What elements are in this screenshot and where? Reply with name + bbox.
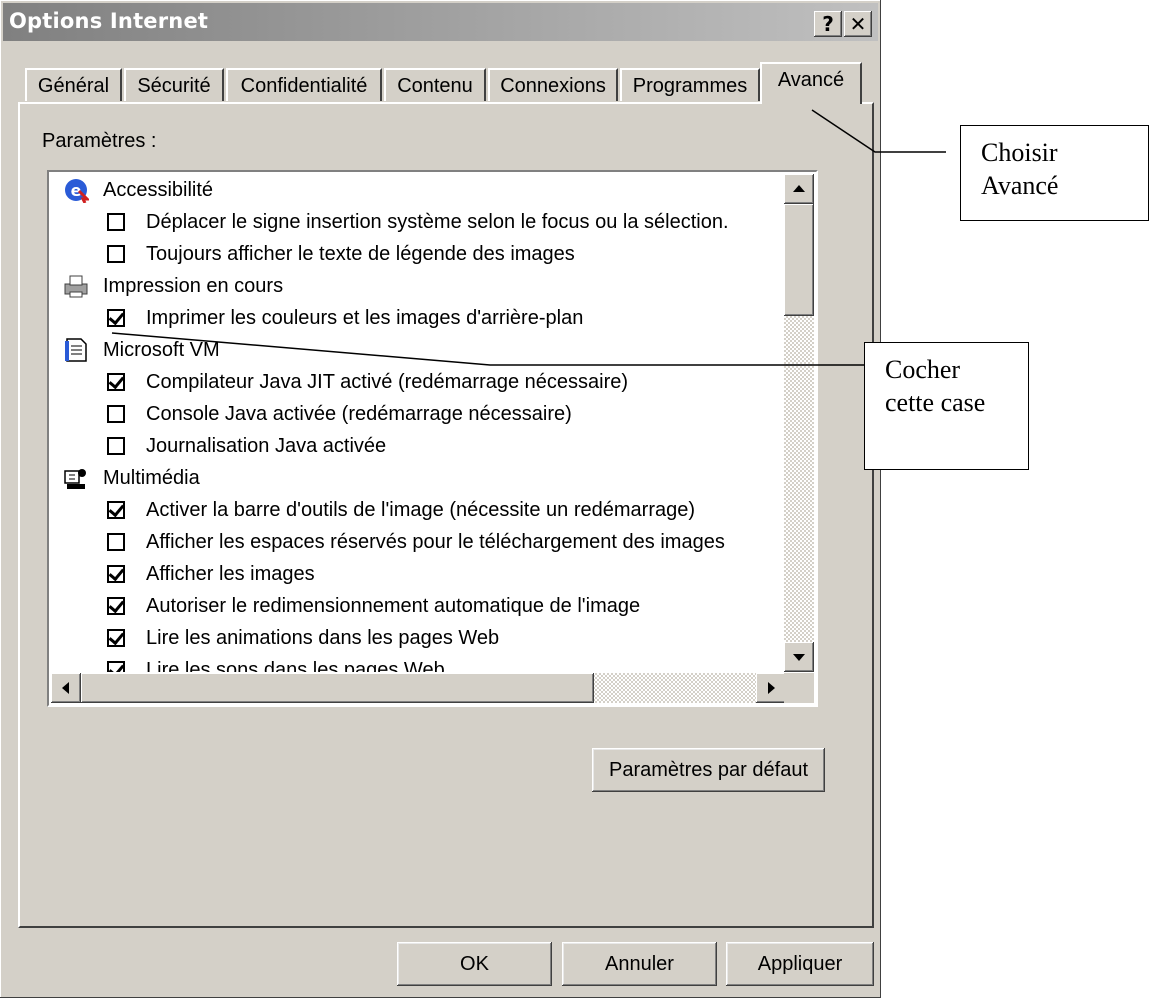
internet-options-dialog: Options Internet ? ✕ Général Sécurité Co… bbox=[0, 0, 881, 998]
checkbox[interactable] bbox=[107, 245, 125, 263]
scroll-down-button[interactable] bbox=[784, 642, 814, 672]
callout-line: Choisir bbox=[981, 138, 1058, 167]
callout-choose-advanced: Choisir Avancé bbox=[960, 125, 1149, 221]
arrow-down-icon bbox=[793, 654, 805, 661]
settings-list: e Accessibilité Déplacer le signe insert… bbox=[47, 170, 818, 707]
checkbox[interactable] bbox=[107, 533, 125, 551]
setting-label: Déplacer le signe insertion système selo… bbox=[146, 211, 729, 233]
checkbox[interactable] bbox=[107, 405, 125, 423]
title-bar[interactable]: Options Internet ? ✕ bbox=[3, 3, 878, 41]
scroll-up-button[interactable] bbox=[784, 174, 814, 204]
callout-line: Cocher bbox=[885, 355, 961, 384]
scrollbar-corner bbox=[784, 673, 814, 703]
setting-label: Imprimer les couleurs et les images d'ar… bbox=[146, 307, 584, 329]
checkbox-checked[interactable] bbox=[107, 373, 125, 391]
setting-label: Lire les sons dans les pages Web bbox=[146, 659, 445, 672]
checkbox-checked[interactable] bbox=[107, 501, 125, 519]
ok-button[interactable]: OK bbox=[397, 942, 552, 986]
setting-label: Autoriser le redimensionnement automatiq… bbox=[146, 595, 641, 617]
setting-label: Lire les animations dans les pages Web bbox=[146, 627, 500, 649]
settings-label: Paramètres : bbox=[42, 130, 157, 152]
checkbox[interactable] bbox=[107, 437, 125, 455]
checkbox-checked[interactable] bbox=[107, 309, 125, 327]
setting-label: Console Java activée (redémarrage nécess… bbox=[146, 403, 572, 425]
tab-strip: Général Sécurité Confidentialité Contenu… bbox=[0, 62, 881, 104]
document-icon bbox=[63, 337, 89, 363]
setting-label: Activer la barre d'outils de l'image (né… bbox=[146, 499, 696, 521]
tab-security[interactable]: Sécurité bbox=[124, 68, 224, 101]
category-label: Impression en cours bbox=[103, 275, 284, 297]
cancel-button[interactable]: Annuler bbox=[562, 942, 717, 986]
checkbox[interactable] bbox=[107, 213, 125, 231]
checkbox-checked[interactable] bbox=[107, 565, 125, 583]
category-label: Multimédia bbox=[103, 467, 200, 489]
setting-label: Compilateur Java JIT activé (redémarrage… bbox=[146, 371, 629, 393]
vertical-scrollbar[interactable] bbox=[784, 174, 814, 672]
settings-list-content: e Accessibilité Déplacer le signe insert… bbox=[51, 174, 788, 672]
arrow-up-icon bbox=[793, 185, 805, 192]
scroll-right-button[interactable] bbox=[756, 673, 786, 703]
setting-label: Toujours afficher le texte de légende de… bbox=[146, 243, 575, 265]
close-button[interactable]: ✕ bbox=[844, 11, 872, 37]
category-label: Accessibilité bbox=[103, 179, 214, 201]
tab-content[interactable]: Contenu bbox=[384, 68, 486, 101]
tab-connections[interactable]: Connexions bbox=[488, 68, 618, 101]
apply-button[interactable]: Appliquer bbox=[726, 942, 874, 986]
checkbox-checked[interactable] bbox=[107, 661, 125, 672]
tab-programs[interactable]: Programmes bbox=[620, 68, 760, 101]
callout-line: cette case bbox=[885, 388, 986, 417]
callout-line: Avancé bbox=[981, 171, 1059, 200]
callout-check-box: Cocher cette case bbox=[864, 342, 1029, 470]
help-button[interactable]: ? bbox=[814, 11, 842, 37]
category-label: Microsoft VM bbox=[103, 339, 220, 361]
printer-icon bbox=[63, 273, 89, 299]
accessibility-icon: e bbox=[63, 177, 91, 204]
tab-privacy[interactable]: Confidentialité bbox=[226, 68, 382, 101]
checkbox-checked[interactable] bbox=[107, 597, 125, 615]
vertical-scroll-thumb[interactable] bbox=[784, 204, 814, 316]
tab-general[interactable]: Général bbox=[25, 68, 122, 101]
arrow-left-icon bbox=[62, 682, 69, 694]
horizontal-scroll-thumb[interactable] bbox=[81, 673, 594, 703]
multimedia-icon bbox=[63, 465, 89, 491]
tab-advanced[interactable]: Avancé bbox=[760, 62, 862, 104]
checkbox-checked[interactable] bbox=[107, 629, 125, 647]
horizontal-scrollbar[interactable] bbox=[51, 673, 786, 703]
setting-label: Afficher les images bbox=[146, 563, 315, 585]
setting-label: Afficher les espaces réservés pour le té… bbox=[146, 531, 725, 553]
restore-defaults-button[interactable]: Paramètres par défaut bbox=[592, 748, 825, 792]
scroll-left-button[interactable] bbox=[51, 673, 81, 703]
setting-label: Journalisation Java activée bbox=[146, 435, 387, 457]
window-title: Options Internet bbox=[9, 9, 209, 33]
arrow-right-icon bbox=[768, 682, 775, 694]
